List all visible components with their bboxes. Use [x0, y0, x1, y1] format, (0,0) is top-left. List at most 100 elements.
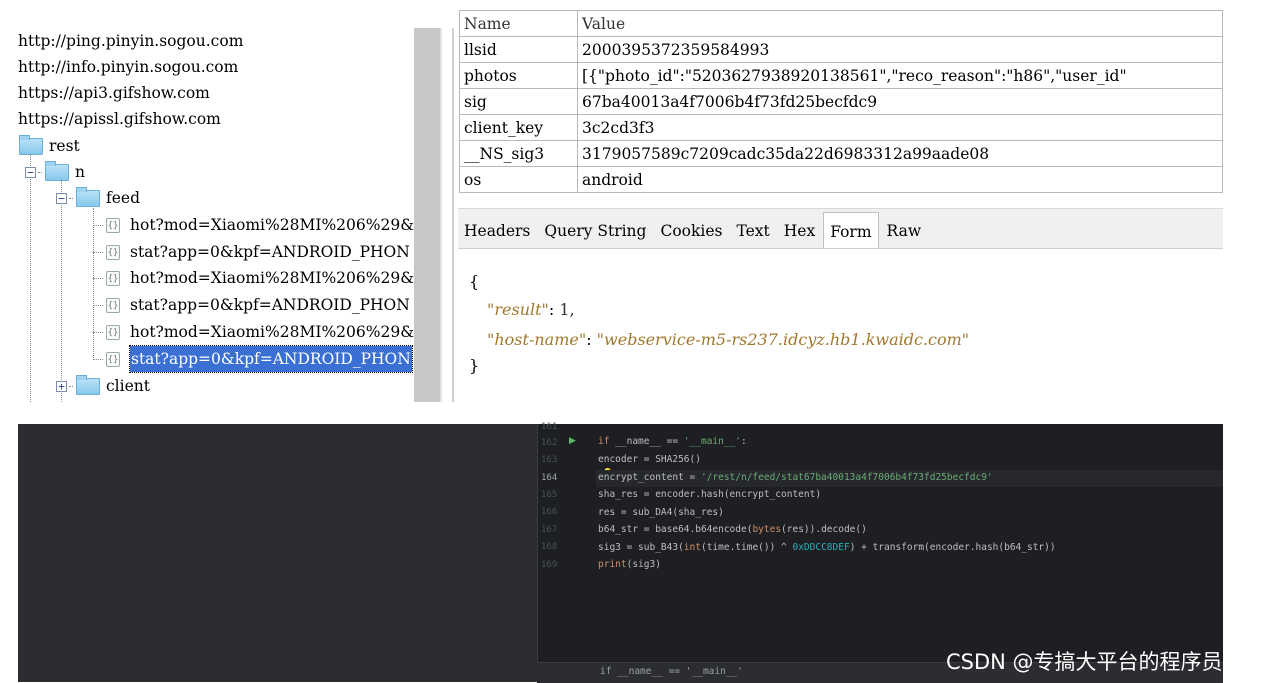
tab-cookies[interactable]: Cookies — [654, 215, 728, 248]
json-brace-open: { — [469, 272, 480, 291]
code-token: res = sub_DA4(sha_res) — [598, 507, 724, 518]
json-line-host-name: "host-name": "webservice-m5-rs237.idcyz.… — [487, 330, 969, 349]
tree-guide-line — [61, 180, 62, 402]
code-line[interactable]: encoder = SHA256() — [598, 454, 701, 465]
tree-request-item[interactable]: {} hot?mod=Xiaomi%28MI%206%29& — [93, 319, 414, 345]
json-file-icon: {} — [106, 270, 120, 286]
code-token: __name__ == — [615, 436, 684, 447]
code-token: int — [683, 542, 701, 553]
json-response-view: { "result": 1, "host-name": "webservice-… — [459, 256, 1223, 402]
tab-hex[interactable]: Hex — [778, 215, 821, 248]
tree-host-item[interactable]: https://api3.gifshow.com — [18, 80, 210, 106]
json-file-icon: {} — [106, 324, 120, 340]
collapse-icon[interactable]: − — [56, 192, 67, 204]
form-params-table: Name Value llsid 2000395372359584993 pho… — [459, 10, 1223, 193]
table-row[interactable]: os android — [459, 166, 1223, 193]
code-token: (sig3) — [626, 559, 661, 570]
tab-form[interactable]: Form — [823, 212, 879, 248]
tree-request-item[interactable]: {} hot?mod=Xiaomi%28MI%206%29& — [93, 212, 414, 238]
code-token: '__main__' — [683, 436, 742, 447]
code-line[interactable]: sig3 = sub_B43(int(time.time()) ^ 0xDDCC… — [598, 542, 1056, 553]
param-key: os — [459, 166, 578, 193]
param-key: __NS_sig3 — [459, 140, 578, 167]
table-row[interactable]: llsid 2000395372359584993 — [459, 36, 1223, 63]
tree-request-label: hot?mod=Xiaomi%28MI%206%29& — [130, 269, 414, 287]
line-number: 169 — [541, 560, 558, 570]
table-row[interactable]: client_key 3c2cd3f3 — [459, 114, 1223, 141]
tree-connector — [93, 224, 103, 226]
table-row[interactable]: sig 67ba40013a4f7006b4f73fd25becfdc9 — [459, 88, 1223, 115]
collapse-icon[interactable]: − — [25, 166, 36, 178]
tree-folder-label: client — [106, 377, 150, 395]
expand-icon[interactable]: + — [56, 380, 67, 392]
tree-connector — [93, 277, 103, 279]
tree-request-label: stat?app=0&kpf=ANDROID_PHON — [130, 243, 410, 261]
tab-text[interactable]: Text — [730, 215, 775, 248]
tree-guide-line — [30, 154, 31, 402]
tree-request-label: stat?app=0&kpf=ANDROID_PHON — [129, 345, 413, 373]
code-token: (time.time()) ^ — [700, 542, 793, 553]
tree-request-item[interactable]: {} hot?mod=Xiaomi%28MI%206%29& — [93, 265, 414, 291]
tree-request-item[interactable]: {} stat?app=0&kpf=ANDROID_PHON — [93, 239, 410, 265]
tree-request-label: hot?mod=Xiaomi%28MI%206%29& — [130, 216, 414, 234]
tree-host-item[interactable]: https://apissl.gifshow.com — [18, 106, 221, 132]
folder-icon — [76, 374, 100, 395]
param-value: android — [577, 166, 1223, 193]
tree-folder-rest[interactable]: rest — [19, 133, 80, 159]
param-key: sig — [459, 88, 578, 115]
table-row[interactable]: __NS_sig3 3179057589c7209cadc35da22d6983… — [459, 140, 1223, 167]
code-token: bytes — [752, 524, 782, 535]
tree-request-item[interactable]: {} stat?app=0&kpf=ANDROID_PHON — [93, 292, 410, 318]
param-value: 3c2cd3f3 — [577, 114, 1223, 141]
tab-headers[interactable]: Headers — [458, 215, 536, 248]
code-token: encrypt_content = — [598, 472, 701, 483]
line-number: 167 — [541, 525, 558, 535]
tree-connector — [93, 331, 103, 333]
tree-folder-feed[interactable]: − feed — [56, 185, 140, 211]
param-key: llsid — [459, 36, 578, 63]
tree-request-item-selected[interactable]: {} stat?app=0&kpf=ANDROID_PHON — [93, 345, 413, 373]
json-separator: : — [548, 300, 560, 319]
json-key: "host-name" — [487, 330, 587, 349]
tree-host-item[interactable]: http://ping.pinyin.sogou.com — [18, 28, 243, 54]
ide-project-panel — [18, 424, 537, 682]
code-token: encoder = SHA256() — [598, 454, 701, 465]
tree-request-label: hot?mod=Xiaomi%28MI%206%29& — [130, 323, 414, 341]
panel-splitter[interactable] — [414, 28, 440, 402]
json-separator: : — [586, 330, 597, 349]
tree-connector — [93, 251, 103, 253]
tree-connector — [93, 358, 103, 360]
table-header-row: Name Value — [459, 10, 1223, 37]
code-token: 0xDDCC8DEF — [792, 542, 850, 553]
code-line[interactable]: sha_res = encoder.hash(encrypt_content) — [598, 489, 821, 500]
tree-host-item[interactable]: http://info.pinyin.sogou.com — [18, 54, 238, 80]
param-value: [{"photo_id":"5203627938920138561","reco… — [577, 62, 1223, 89]
column-header-name[interactable]: Name — [459, 10, 578, 37]
json-file-icon: {} — [106, 297, 120, 313]
tree-folder-label: rest — [49, 137, 80, 155]
code-line[interactable]: b64_str = base64.b64encode(bytes(res)).d… — [598, 524, 867, 535]
tab-query-string[interactable]: Query String — [538, 215, 652, 248]
code-line[interactable]: res = sub_DA4(sha_res) — [598, 507, 724, 518]
tab-raw[interactable]: Raw — [881, 215, 928, 248]
column-header-value[interactable]: Value — [577, 10, 1223, 37]
code-token: : — [741, 436, 747, 447]
request-tree: http://ping.pinyin.sogou.com http://info… — [0, 28, 414, 402]
code-line[interactable]: print(sig3) — [598, 559, 661, 570]
json-file-icon: {} — [106, 244, 120, 260]
tree-folder-n[interactable]: − n — [25, 159, 85, 185]
editor-breadcrumb[interactable]: if __name__ == '__main__' — [600, 666, 743, 677]
tree-connector — [69, 385, 73, 387]
line-number: 168 — [541, 542, 558, 552]
param-key: client_key — [459, 114, 578, 141]
editor-gutter-separator — [537, 424, 538, 682]
tree-folder-client[interactable]: + client — [56, 373, 150, 399]
code-token: sig3 = sub_B43( — [598, 542, 684, 553]
code-line[interactable]: if __name__ == '__main__': — [598, 436, 747, 447]
line-number: 165 — [541, 490, 558, 500]
param-value: 2000395372359584993 — [577, 36, 1223, 63]
table-row[interactable]: photos [{"photo_id":"5203627938920138561… — [459, 62, 1223, 89]
folder-icon — [76, 186, 100, 207]
code-line[interactable]: encrypt_content = '/rest/n/feed/stat67ba… — [598, 472, 993, 483]
run-icon[interactable]: ▶ — [569, 436, 576, 446]
